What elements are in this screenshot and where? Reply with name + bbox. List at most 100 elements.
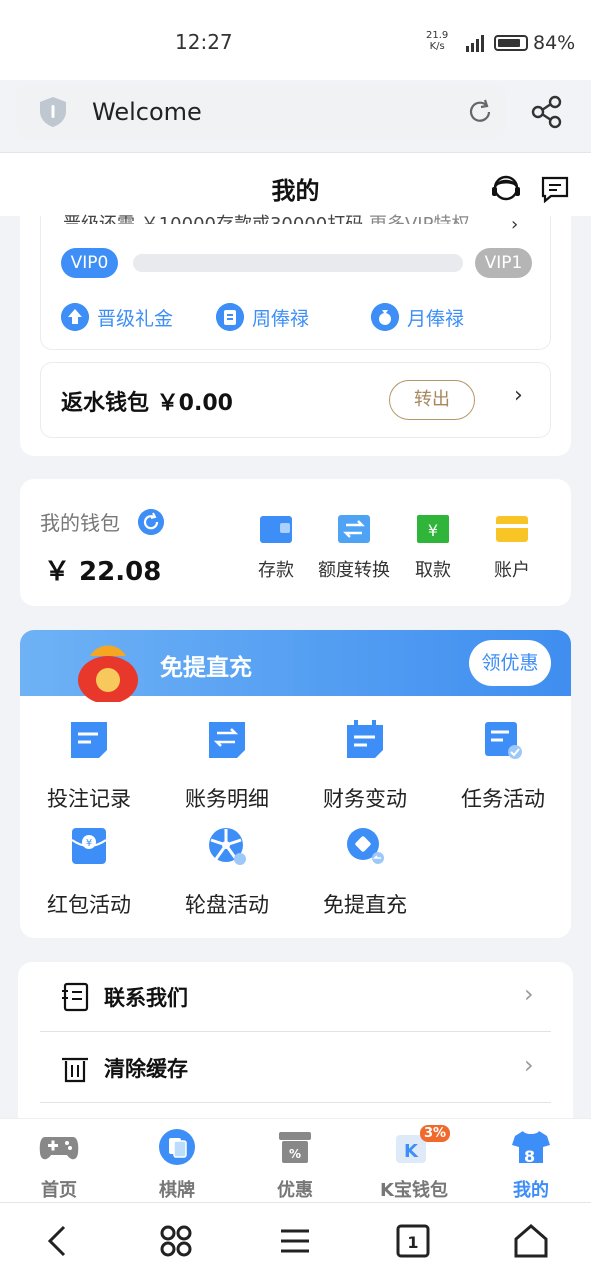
promo-box-icon: %: [279, 1132, 311, 1163]
tab-promotions[interactable]: % 优惠: [250, 1129, 340, 1202]
menu-list: 联系我们 › 清除缓存 ›: [18, 962, 573, 1122]
account-details[interactable]: 账务明细: [162, 720, 292, 813]
menu-icon[interactable]: [277, 1223, 313, 1259]
signal-icon: [466, 35, 484, 52]
transfer-out-button[interactable]: 转出: [389, 380, 475, 420]
tab-label: 优惠: [277, 1180, 313, 1201]
rebate-label: 返水钱包 ￥0.00: [61, 391, 233, 416]
svg-text:1: 1: [407, 1233, 418, 1252]
item-label: 轮盘活动: [185, 893, 269, 917]
wallet-label: 我的钱包: [40, 511, 120, 535]
roulette-icon: [209, 828, 246, 865]
calendar-doc-icon: [347, 720, 383, 758]
vip-next-badge: VIP1: [475, 248, 532, 278]
share-icon[interactable]: [530, 95, 564, 129]
claim-offer-button[interactable]: 领优惠: [469, 640, 551, 686]
reload-icon[interactable]: [466, 98, 494, 126]
contact-book-icon: [62, 982, 89, 1012]
discount-badge: 3%: [420, 1125, 451, 1142]
net-speed: 21.9 K/s: [426, 30, 448, 52]
wheel-activity[interactable]: 轮盘活动: [162, 826, 292, 919]
red-envelope-activity[interactable]: ¥ 红包活动: [24, 826, 154, 919]
lucky-bag-icon: [78, 645, 138, 702]
trash-icon: [62, 1057, 88, 1083]
exchange-icon: [338, 515, 370, 543]
banner-title: 免提直充: [160, 655, 252, 681]
card-icon: [496, 516, 528, 542]
promo-banner[interactable]: 免提直充 领优惠: [20, 630, 571, 702]
item-label: 财务变动: [323, 787, 407, 811]
tab-label: K宝钱包: [380, 1180, 448, 1201]
perk-upgrade-bonus[interactable]: 晋级礼金: [61, 302, 173, 332]
chevron-right-icon[interactable]: ›: [511, 214, 518, 235]
task-activities[interactable]: 任务活动: [438, 720, 568, 813]
svg-text:%: %: [289, 1147, 301, 1161]
tab-chess-cards[interactable]: 棋牌: [132, 1129, 222, 1202]
tabs-count-icon[interactable]: 1: [395, 1223, 431, 1259]
tab-home[interactable]: 首页: [14, 1129, 104, 1202]
perk-monthly[interactable]: 月俸禄: [371, 302, 464, 332]
perk-label: 月俸禄: [407, 307, 465, 330]
tab-k-wallet[interactable]: K 3% K宝钱包: [368, 1125, 460, 1202]
cash-icon: ¥: [417, 515, 449, 543]
refresh-icon[interactable]: [138, 509, 164, 535]
browser-nav-bar: 1: [0, 1202, 591, 1280]
battery-percent: 84%: [533, 32, 576, 54]
apps-icon[interactable]: [158, 1223, 194, 1259]
chevron-right-icon[interactable]: ›: [514, 383, 523, 408]
menu-contact-us[interactable]: 联系我们 ›: [40, 962, 551, 1032]
rebate-wallet[interactable]: 返水钱包 ￥0.00 转出 ›: [40, 362, 551, 438]
perk-label: 晋级礼金: [97, 307, 174, 330]
back-icon[interactable]: [40, 1223, 76, 1259]
jersey-number: 8: [524, 1147, 536, 1166]
bet-records[interactable]: 投注记录: [24, 720, 154, 813]
withdraw-button[interactable]: ¥ 取款: [393, 513, 473, 582]
transfer-button[interactable]: 额度转换: [314, 513, 394, 582]
svg-text:K: K: [404, 1141, 419, 1162]
status-time: 12:27: [175, 30, 233, 54]
vip-current-badge: VIP0: [61, 248, 118, 278]
tab-label: 我的: [513, 1180, 549, 1201]
vip-requirement: 晋级还需 ￥10000存款或30000打码: [63, 214, 363, 224]
task-check-icon: [485, 722, 522, 759]
wallet-balance: ￥ 22.08: [44, 557, 162, 587]
clipboard-icon: [216, 303, 244, 331]
perk-weekly[interactable]: 周俸禄: [216, 302, 309, 332]
svg-text:¥: ¥: [86, 838, 92, 849]
upgrade-arrow-icon: [61, 303, 89, 331]
tab-label: 棋牌: [159, 1180, 195, 1201]
tab-mine[interactable]: 8 我的: [486, 1129, 576, 1202]
action-label: 取款: [415, 560, 451, 581]
menu-label: 联系我们: [104, 986, 188, 1010]
wallet-icon: [260, 516, 292, 543]
menu-label: 清除缓存: [104, 1057, 188, 1081]
message-icon[interactable]: [540, 175, 570, 203]
perk-label: 周俸禄: [252, 307, 310, 330]
home-icon[interactable]: [513, 1223, 549, 1259]
document-icon: [71, 722, 107, 758]
item-label: 免提直充: [323, 893, 407, 917]
cards-icon: [159, 1129, 195, 1165]
action-label: 账户: [494, 560, 530, 581]
page-title-tab: Welcome: [92, 98, 202, 126]
customer-service-icon[interactable]: [490, 173, 522, 205]
account-button[interactable]: 账户: [472, 513, 552, 582]
status-bar: 12:27 21.9 K/s 84%: [0, 0, 591, 80]
vip-card: 晋级还需 ￥10000存款或30000打码 更多VIP特权 › VIP0 VIP…: [40, 214, 551, 350]
tab-label: 首页: [41, 1180, 77, 1201]
finance-changes[interactable]: 财务变动: [300, 720, 430, 813]
vip-more-link[interactable]: 更多VIP特权: [369, 214, 469, 224]
item-label: 投注记录: [47, 787, 131, 811]
deposit-button[interactable]: 存款: [236, 513, 316, 582]
direct-recharge[interactable]: 免提直充: [300, 826, 430, 919]
bottom-tab-bar: 首页 棋牌 % 优惠 K 3% K宝钱包 8 我的: [0, 1118, 591, 1202]
vip-section: 晋级还需 ￥10000存款或30000打码 更多VIP特权 › VIP0 VIP…: [20, 214, 571, 456]
net-speed-unit: K/s: [429, 41, 445, 52]
shield-icon: [40, 97, 66, 127]
net-speed-value: 21.9: [426, 30, 449, 41]
address-bar[interactable]: Welcome: [16, 84, 506, 139]
menu-clear-cache[interactable]: 清除缓存 ›: [40, 1033, 551, 1103]
item-label: 红包活动: [47, 893, 131, 917]
money-bag-icon: [371, 303, 399, 331]
battery-icon: [494, 35, 528, 51]
